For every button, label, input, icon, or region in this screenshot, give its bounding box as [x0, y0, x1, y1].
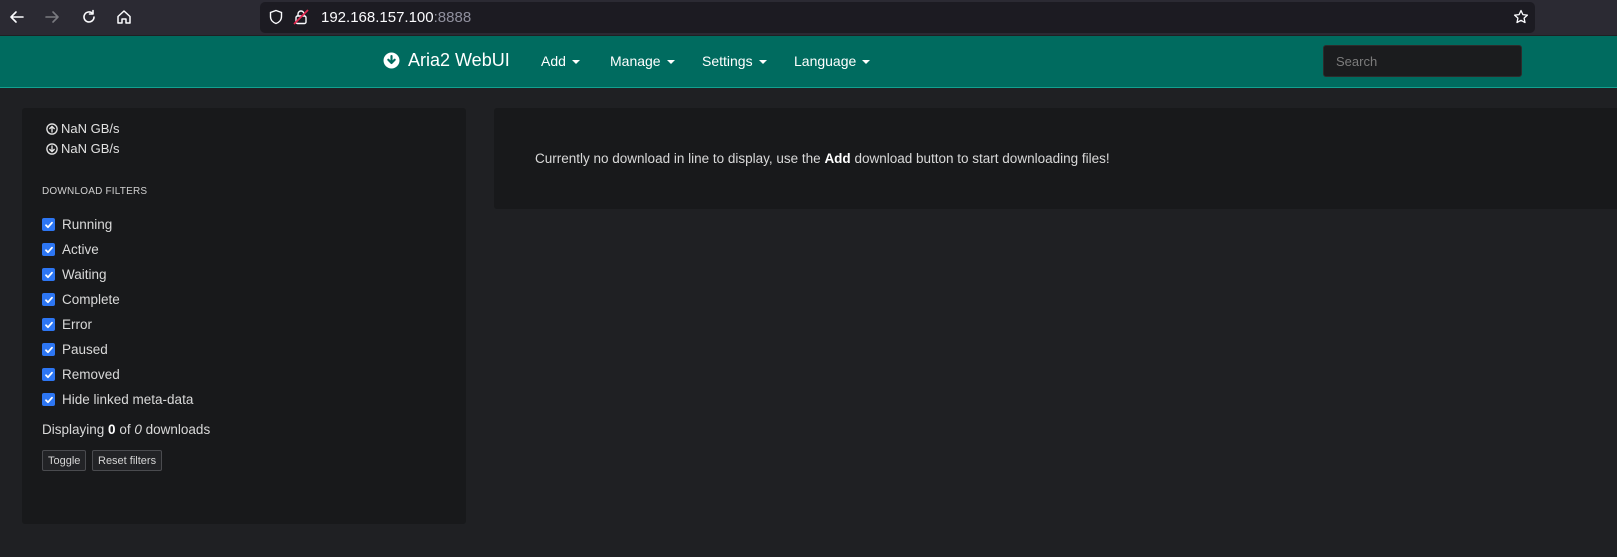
app-navbar: Aria2 WebUI Add Manage Settings Language — [0, 36, 1617, 88]
filter-paused[interactable]: Paused — [42, 342, 108, 357]
upload-circle-icon — [46, 122, 58, 135]
filter-hide-linked-meta-data[interactable]: Hide linked meta-data — [42, 392, 193, 407]
reload-icon — [83, 9, 95, 23]
checkbox-checked-icon[interactable] — [42, 268, 55, 281]
filter-active[interactable]: Active — [42, 242, 99, 257]
checkbox-checked-icon[interactable] — [42, 218, 55, 231]
brand[interactable]: Aria2 WebUI — [383, 50, 510, 71]
download-circle-icon — [46, 142, 58, 155]
checkbox-checked-icon[interactable] — [42, 393, 55, 406]
filter-label: Waiting — [62, 267, 107, 282]
search-input[interactable] — [1323, 45, 1522, 77]
menu-manage[interactable]: Manage — [610, 53, 675, 69]
displaying-count: 0 — [108, 422, 116, 437]
menu-settings-label: Settings — [702, 53, 753, 69]
filter-removed[interactable]: Removed — [42, 367, 120, 382]
filter-waiting[interactable]: Waiting — [42, 267, 107, 282]
caret-down-icon — [666, 60, 675, 64]
download-speed-value: NaN GB/s — [61, 141, 120, 156]
brand-title: Aria2 WebUI — [408, 50, 510, 70]
empty-msg-prefix: Currently no download in line to display… — [535, 151, 821, 166]
upload-speed: NaN GB/s — [46, 121, 120, 136]
insecure-lock-icon[interactable] — [293, 9, 309, 25]
menu-add-label: Add — [541, 53, 566, 69]
home-button[interactable] — [112, 5, 136, 29]
empty-msg-suffix: download button to start downloading fil… — [854, 151, 1110, 166]
displaying-of: of — [119, 422, 131, 437]
checkbox-checked-icon[interactable] — [42, 368, 55, 381]
filter-label: Hide linked meta-data — [62, 392, 194, 407]
checkbox-checked-icon[interactable] — [42, 343, 55, 356]
checkbox-checked-icon[interactable] — [42, 293, 55, 306]
checkbox-checked-icon[interactable] — [42, 243, 55, 256]
filter-label: Paused — [62, 342, 108, 357]
sidebar: NaN GB/s NaN GB/s DOWNLOAD FILTERS Runni… — [22, 108, 466, 524]
download-filters-title: DOWNLOAD FILTERS — [42, 186, 148, 197]
checkbox-checked-icon[interactable] — [42, 318, 55, 331]
caret-down-icon — [862, 60, 871, 64]
upload-speed-value: NaN GB/s — [61, 121, 120, 136]
caret-down-icon — [571, 60, 580, 64]
displaying-count-text: Displaying 0 of 0 downloads — [42, 422, 210, 437]
home-icon — [117, 10, 131, 24]
forward-button[interactable] — [40, 5, 64, 29]
bookmark-star-icon[interactable] — [1513, 9, 1529, 25]
arrow-left-icon — [10, 11, 24, 23]
url-text[interactable]: 192.168.157.100:8888 — [321, 9, 471, 26]
displaying-prefix: Displaying — [42, 422, 105, 437]
back-button[interactable] — [5, 5, 29, 29]
toggle-button[interactable]: Toggle — [42, 450, 87, 471]
menu-language[interactable]: Language — [794, 53, 871, 69]
shield-icon[interactable] — [268, 9, 284, 25]
menu-settings[interactable]: Settings — [702, 53, 767, 69]
filter-error[interactable]: Error — [42, 317, 92, 332]
displaying-suffix: downloads — [145, 422, 211, 437]
menu-add[interactable]: Add — [541, 53, 580, 69]
filter-label: Removed — [62, 367, 120, 382]
displaying-total: 0 — [134, 422, 142, 437]
filter-label: Active — [62, 242, 99, 257]
download-speed: NaN GB/s — [46, 141, 120, 156]
menu-manage-label: Manage — [610, 53, 661, 69]
arrow-right-icon — [45, 11, 59, 23]
downloads-panel: Currently no download in line to display… — [494, 108, 1617, 209]
url-port: :8888 — [433, 9, 472, 26]
filter-complete[interactable]: Complete — [42, 292, 120, 307]
menu-language-label: Language — [794, 53, 857, 69]
filter-label: Complete — [62, 292, 120, 307]
filter-label: Error — [62, 317, 92, 332]
empty-msg-add: Add — [824, 151, 851, 166]
filter-running[interactable]: Running — [42, 217, 112, 232]
reset-filters-button[interactable]: Reset filters — [92, 450, 163, 471]
browser-toolbar: 192.168.157.100:8888 — [0, 0, 1617, 35]
reload-button[interactable] — [77, 5, 101, 29]
filter-label: Running — [62, 217, 113, 232]
url-host: 192.168.157.100 — [321, 9, 434, 26]
address-bar[interactable]: 192.168.157.100:8888 — [260, 2, 1535, 33]
download-circle-icon — [383, 52, 400, 69]
caret-down-icon — [758, 60, 767, 64]
empty-downloads-message: Currently no download in line to display… — [535, 151, 1110, 166]
